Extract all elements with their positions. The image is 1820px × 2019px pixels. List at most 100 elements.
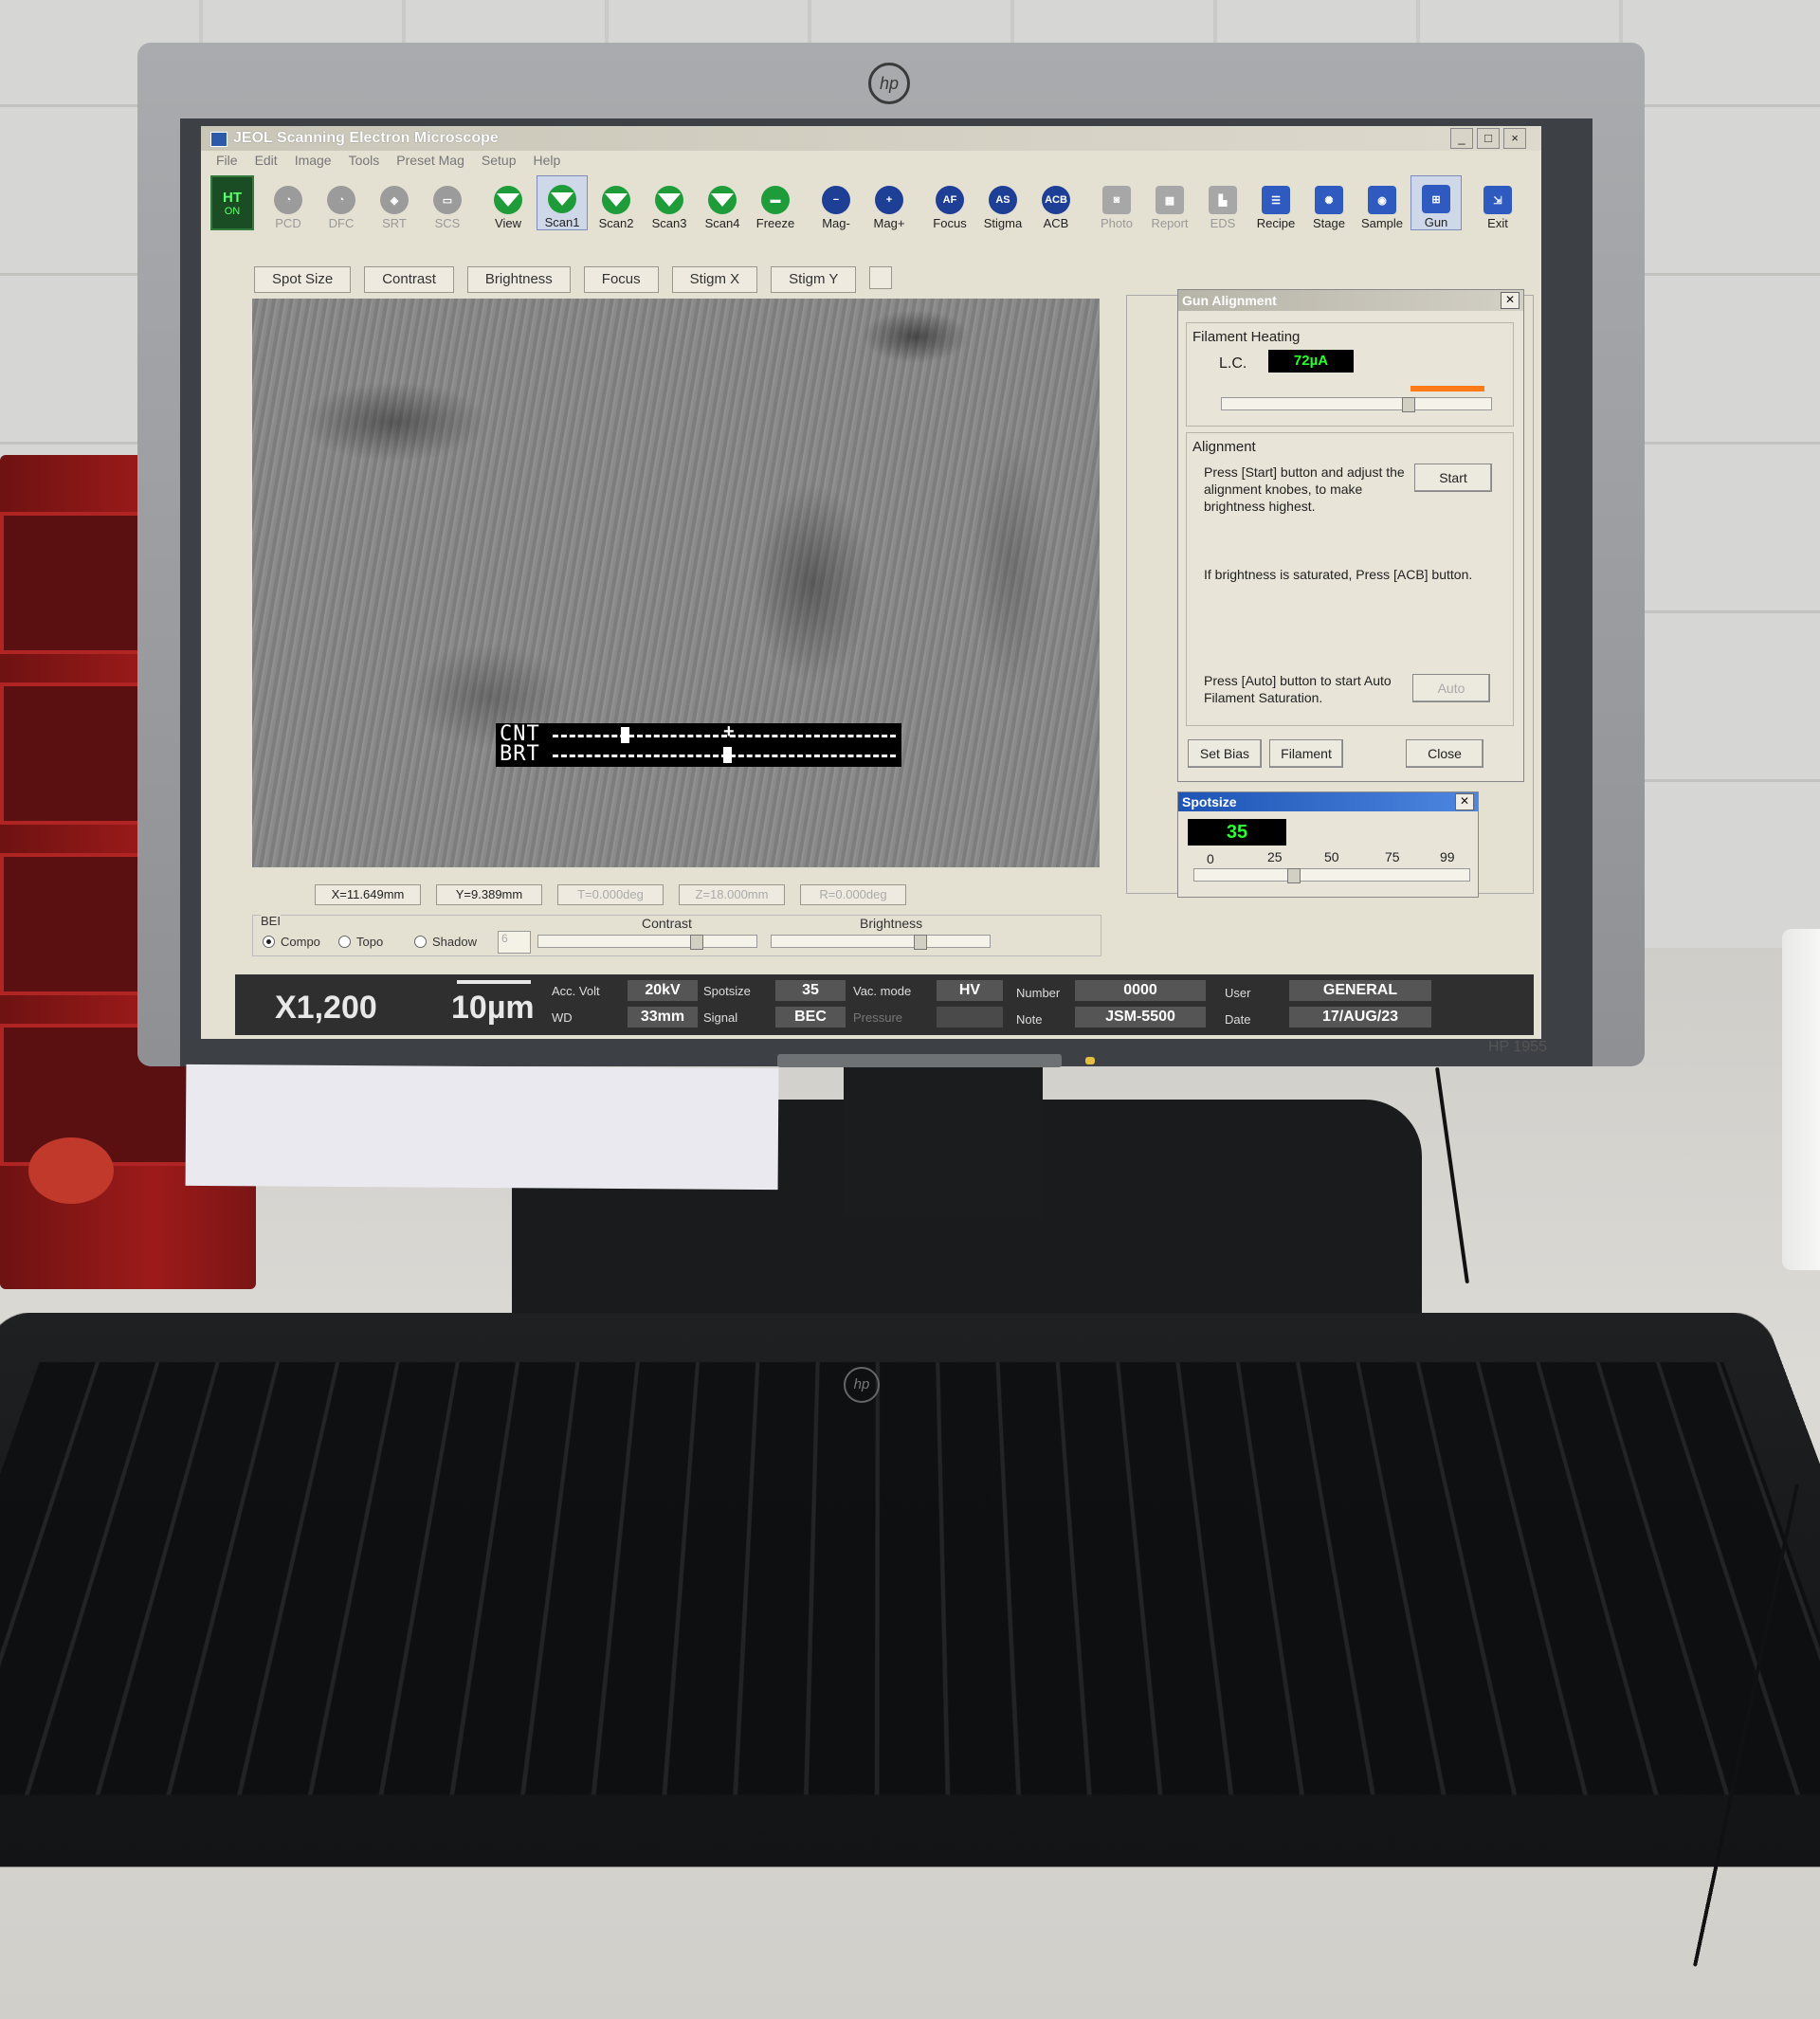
- tab-spot-size[interactable]: Spot Size: [254, 266, 352, 293]
- keyboard[interactable]: [0, 1313, 1820, 1867]
- filament-slider[interactable]: [1221, 397, 1492, 412]
- title-bar: JEOL Scanning Electron Microscope _ □ ×: [201, 126, 1541, 151]
- menu-help[interactable]: Help: [533, 153, 560, 173]
- scan4-label: Scan4: [704, 216, 740, 230]
- signal-value: BEC: [775, 1007, 846, 1028]
- bottle: [1782, 929, 1820, 1270]
- scale-readout: 10µm: [451, 990, 535, 1026]
- camera-icon: ◙: [1102, 186, 1131, 214]
- spotsize-label: Spotsize: [703, 984, 751, 998]
- note-value: JSM-5500: [1075, 1007, 1206, 1028]
- date-value: 17/AUG/23: [1289, 1007, 1431, 1028]
- menu-setup[interactable]: Setup: [482, 153, 517, 173]
- set-bias-button[interactable]: Set Bias: [1188, 739, 1262, 768]
- menu-preset-mag[interactable]: Preset Mag: [396, 153, 464, 173]
- acc-volt-label: Acc. Volt: [552, 984, 600, 998]
- mode-compo[interactable]: Compo: [263, 935, 320, 949]
- start-button[interactable]: Start: [1414, 464, 1492, 492]
- detector-label: BEI: [261, 914, 281, 928]
- full-screen-toggle[interactable]: [869, 266, 893, 289]
- vac-mode-label: Vac. mode: [853, 984, 912, 998]
- close-icon[interactable]: ✕: [1501, 292, 1520, 309]
- focus-label: Focus: [933, 216, 967, 230]
- filament-button[interactable]: Filament: [1269, 739, 1343, 768]
- power-led: [1085, 1057, 1095, 1064]
- menu-tools[interactable]: Tools: [349, 153, 380, 173]
- scs-button[interactable]: ▭ SCS: [423, 177, 472, 230]
- scan2-button[interactable]: Scan2: [592, 177, 641, 230]
- report-button[interactable]: ▦ Report: [1145, 177, 1194, 230]
- minimize-button[interactable]: _: [1450, 128, 1473, 149]
- pcd-button[interactable]: ◔ PCD: [264, 177, 313, 230]
- menu-edit[interactable]: Edit: [255, 153, 278, 173]
- af-icon: AF: [936, 186, 964, 214]
- sample-button[interactable]: ◉ Sample: [1357, 177, 1407, 230]
- maximize-button[interactable]: □: [1477, 128, 1500, 149]
- brightness-slider[interactable]: [771, 935, 991, 950]
- mode-topo[interactable]: Topo: [338, 935, 383, 949]
- tab-brightness[interactable]: Brightness: [466, 266, 571, 293]
- scan1-button[interactable]: Scan1: [537, 175, 588, 230]
- slider-thumb[interactable]: [914, 935, 927, 950]
- mag-minus-button[interactable]: − Mag-: [811, 177, 861, 230]
- photo-button[interactable]: ◙ Photo: [1092, 177, 1141, 230]
- user-label: User: [1225, 986, 1251, 1000]
- drawer-label: [28, 1137, 114, 1204]
- shadow-spinner[interactable]: 6: [498, 931, 531, 954]
- center-marker: +: [723, 721, 735, 742]
- view-button[interactable]: View: [483, 177, 533, 230]
- user-value: GENERAL: [1289, 980, 1431, 1001]
- close-button[interactable]: Close: [1406, 739, 1483, 768]
- tab-focus[interactable]: Focus: [583, 266, 659, 293]
- mag-plus-button[interactable]: + Mag+: [864, 177, 914, 230]
- ht-label: HT: [223, 189, 242, 206]
- contrast-slider[interactable]: [537, 935, 757, 950]
- acb-button[interactable]: ACB ACB: [1031, 177, 1081, 230]
- brightness-slider-label: Brightness: [860, 916, 923, 931]
- ht-on-button[interactable]: HT ON: [210, 175, 254, 230]
- focus-button[interactable]: AF Focus: [925, 177, 974, 230]
- srt-button[interactable]: ◈ SRT: [370, 177, 419, 230]
- photo-label: Photo: [1101, 216, 1133, 230]
- paper-note: [185, 1064, 779, 1191]
- mode-shadow[interactable]: Shadow: [414, 935, 477, 949]
- filament-heating-group: Filament Heating L.C. 72µA: [1186, 322, 1514, 427]
- close-icon[interactable]: ✕: [1455, 793, 1474, 810]
- coord-x: X=11.649mm: [315, 884, 421, 905]
- gun-button[interactable]: ⊞ Gun: [1410, 175, 1462, 230]
- stigma-button[interactable]: AS Stigma: [978, 177, 1028, 230]
- close-button[interactable]: ×: [1503, 128, 1526, 149]
- brt-marker: [723, 747, 732, 763]
- auto-button[interactable]: Auto: [1412, 674, 1490, 702]
- sem-image-view[interactable]: CNT BRT +: [252, 299, 1100, 867]
- exit-button[interactable]: ⇲ Exit: [1473, 177, 1522, 230]
- pcd-label: PCD: [275, 216, 301, 230]
- monitor-model-label: HP 1955: [1488, 1039, 1547, 1055]
- coord-z: Z=18.000mm: [679, 884, 785, 905]
- dfc-button[interactable]: ◔ DFC: [317, 177, 366, 230]
- sample-label: Sample: [1360, 216, 1404, 230]
- contrast-slider-label: Contrast: [642, 916, 692, 931]
- spotsize-slider[interactable]: [1193, 868, 1470, 883]
- ht-state: ON: [224, 205, 241, 217]
- slider-thumb[interactable]: [1287, 868, 1301, 883]
- recipe-button[interactable]: ☰ Recipe: [1251, 177, 1301, 230]
- tab-stigm-x[interactable]: Stigm X: [671, 266, 758, 293]
- slider-thumb[interactable]: [1402, 397, 1415, 412]
- scan3-button[interactable]: Scan3: [645, 177, 694, 230]
- slider-thumb[interactable]: [690, 935, 703, 950]
- freeze-button[interactable]: ▬ Freeze: [751, 177, 800, 230]
- menu-file[interactable]: File: [216, 153, 238, 173]
- scs-label: SCS: [434, 216, 461, 230]
- acb-instruction: If brightness is saturated, Press [ACB] …: [1204, 567, 1473, 582]
- menu-image[interactable]: Image: [295, 153, 332, 173]
- eds-button[interactable]: ▙ EDS: [1198, 177, 1247, 230]
- tab-contrast[interactable]: Contrast: [364, 266, 454, 293]
- stage-label: Stage: [1313, 216, 1345, 230]
- stage-button[interactable]: ✺ Stage: [1304, 177, 1354, 230]
- pressure-label: Pressure: [853, 1010, 903, 1025]
- monitor-buttons[interactable]: [777, 1054, 1062, 1067]
- keyboard-keys[interactable]: [0, 1362, 1820, 1795]
- tab-stigm-y[interactable]: Stigm Y: [771, 266, 857, 293]
- scan4-button[interactable]: Scan4: [698, 177, 747, 230]
